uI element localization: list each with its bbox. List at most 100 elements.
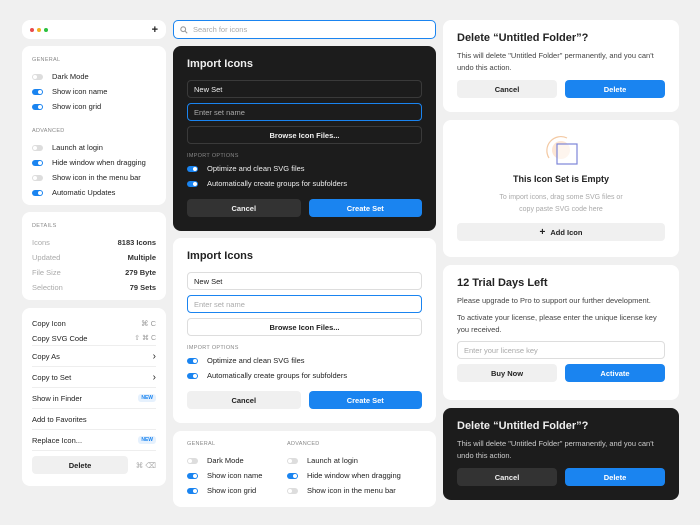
toggle[interactable] bbox=[187, 180, 198, 187]
toggle[interactable] bbox=[187, 457, 198, 464]
delete-dialog-dark: Delete “Untitled Folder”? This will dele… bbox=[443, 408, 679, 500]
settings-compact: GENERAL Dark Mode Show icon name Show icon … bbox=[173, 431, 436, 507]
detail-row: Updated Multiple bbox=[32, 250, 156, 265]
dialog-title: Delete “Untitled Folder”? bbox=[457, 32, 589, 44]
menu-copy-as[interactable]: Copy As › bbox=[32, 346, 156, 367]
label: Copy As bbox=[32, 351, 60, 361]
maximize-dot[interactable] bbox=[44, 27, 48, 32]
setting-row[interactable]: Dark Mode bbox=[32, 69, 156, 84]
toggle[interactable] bbox=[32, 73, 43, 80]
setting-label: Hide window when dragging bbox=[52, 158, 146, 167]
search-placeholder: Search for icons bbox=[193, 25, 248, 34]
options-label: IMPORT OPTIONS bbox=[187, 153, 239, 159]
setting-label: Launch at login bbox=[52, 143, 103, 152]
setting-label: Show icon in the menu bar bbox=[307, 486, 396, 495]
set-name-input[interactable]: Enter set name bbox=[187, 103, 422, 121]
toggle[interactable] bbox=[187, 357, 198, 364]
setting-row[interactable]: Show icon in the menu bar bbox=[287, 483, 401, 498]
toggle[interactable] bbox=[287, 472, 298, 479]
cancel-button[interactable]: Cancel bbox=[457, 468, 557, 486]
setting-row[interactable]: Show icon name bbox=[187, 468, 267, 483]
delete-button[interactable]: Delete bbox=[32, 456, 128, 474]
setting-row[interactable]: Hide window when dragging bbox=[287, 468, 401, 483]
label: Copy Icon bbox=[32, 319, 66, 328]
menu-replace[interactable]: Replace Icon... NEW bbox=[32, 430, 156, 451]
minimize-dot[interactable] bbox=[37, 27, 41, 32]
set-input[interactable]: New Set bbox=[187, 80, 422, 98]
delete-button[interactable]: Delete bbox=[565, 468, 665, 486]
buy-now-button[interactable]: Buy Now bbox=[457, 364, 557, 382]
detail-value: 279 Byte bbox=[125, 268, 156, 277]
delete-dialog-light: Delete “Untitled Folder”? This will dele… bbox=[443, 20, 679, 112]
search-input[interactable]: Search for icons bbox=[173, 20, 436, 39]
toggle[interactable] bbox=[32, 144, 43, 151]
setting-row[interactable]: Hide window when dragging bbox=[32, 155, 156, 170]
cancel-button[interactable]: Cancel bbox=[187, 199, 301, 217]
add-icon-button[interactable]: + Add Icon bbox=[457, 223, 665, 241]
input-value: New Set bbox=[194, 84, 223, 94]
browse-button[interactable]: Browse Icon Files... bbox=[187, 126, 422, 144]
titlebar: + bbox=[22, 20, 166, 39]
toggle[interactable] bbox=[32, 88, 43, 95]
browse-button[interactable]: Browse Icon Files... bbox=[187, 318, 422, 336]
create-set-button[interactable]: Create Set bbox=[308, 391, 422, 409]
cancel-button[interactable]: Cancel bbox=[457, 80, 557, 98]
label: Automatically create groups for subfolde… bbox=[207, 371, 348, 380]
setting-label: Show icon name bbox=[207, 471, 263, 480]
detail-row: Icons 8183 Icons bbox=[32, 235, 156, 250]
cancel-button[interactable]: Cancel bbox=[187, 391, 301, 409]
shortcut: ⌘ C bbox=[141, 319, 156, 328]
toggle[interactable] bbox=[32, 189, 43, 196]
advanced-label: ADVANCED bbox=[32, 128, 65, 134]
advanced-label: ADVANCED bbox=[287, 441, 320, 447]
menu-add-favorites[interactable]: Add to Favorites bbox=[32, 409, 156, 430]
placeholder: Enter set name bbox=[194, 299, 245, 309]
toggle[interactable] bbox=[32, 174, 43, 181]
activate-button[interactable]: Activate bbox=[565, 364, 665, 382]
create-set-button[interactable]: Create Set bbox=[308, 199, 422, 217]
delete-shortcut: ⌘ ⌫ bbox=[135, 460, 156, 470]
setting-label: Show icon grid bbox=[207, 486, 257, 495]
toggle[interactable] bbox=[187, 372, 198, 379]
setting-row[interactable]: Show icon grid bbox=[32, 99, 156, 114]
menu-copy-to-set[interactable]: Copy to Set › bbox=[32, 367, 156, 388]
menu-show-finder[interactable]: Show in Finder NEW bbox=[32, 388, 156, 409]
setting-label: Hide window when dragging bbox=[307, 471, 401, 480]
placeholder: Enter your license key bbox=[464, 345, 538, 355]
setting-row[interactable]: Launch at login bbox=[287, 453, 401, 468]
import-dialog-light: Import Icons New Set Enter set name Brow… bbox=[173, 238, 436, 423]
close-dot[interactable] bbox=[30, 27, 34, 32]
label: Optimize and clean SVG files bbox=[207, 164, 305, 173]
toggle[interactable] bbox=[187, 165, 198, 172]
shortcut: ⇧ ⌘ C bbox=[134, 335, 156, 342]
general-label: GENERAL bbox=[32, 57, 61, 63]
setting-row[interactable]: Automatic Updates bbox=[32, 185, 156, 200]
setting-row[interactable]: Dark Mode bbox=[187, 453, 267, 468]
options-label: IMPORT OPTIONS bbox=[187, 345, 239, 351]
setting-row[interactable]: Launch at login bbox=[32, 140, 156, 155]
detail-row: Selection 79 Sets bbox=[32, 280, 156, 295]
toggle[interactable] bbox=[32, 159, 43, 166]
toggle[interactable] bbox=[287, 487, 298, 494]
setting-row[interactable]: Show icon in the menu bar bbox=[32, 170, 156, 185]
license-input[interactable]: Enter your license key bbox=[457, 341, 665, 359]
setting-row[interactable]: Show icon name bbox=[32, 84, 156, 99]
toggle[interactable] bbox=[187, 472, 198, 479]
general-label: GENERAL bbox=[187, 441, 216, 447]
toggle[interactable] bbox=[287, 457, 298, 464]
empty-state: This Icon Set is Empty To import icons, … bbox=[443, 120, 679, 257]
setting-label: Show icon grid bbox=[52, 102, 102, 111]
detail-key: Updated bbox=[32, 253, 61, 262]
menu-copy-svg[interactable]: Copy SVG Code ⇧ ⌘ C bbox=[32, 331, 156, 346]
label: Copy to Set bbox=[32, 372, 72, 382]
label: Optimize and clean SVG files bbox=[207, 356, 305, 365]
toggle[interactable] bbox=[32, 103, 43, 110]
details-panel: DETAILS Icons 8183 Icons Updated Multiple Fi… bbox=[22, 212, 166, 300]
setting-row[interactable]: Show icon grid bbox=[187, 483, 267, 498]
menu-copy-icon[interactable]: Copy Icon ⌘ C bbox=[32, 316, 156, 331]
add-button[interactable]: + bbox=[152, 24, 158, 36]
toggle[interactable] bbox=[187, 487, 198, 494]
delete-button[interactable]: Delete bbox=[565, 80, 665, 98]
set-name-input[interactable]: Enter set name bbox=[187, 295, 422, 313]
set-input[interactable]: New Set bbox=[187, 272, 422, 290]
